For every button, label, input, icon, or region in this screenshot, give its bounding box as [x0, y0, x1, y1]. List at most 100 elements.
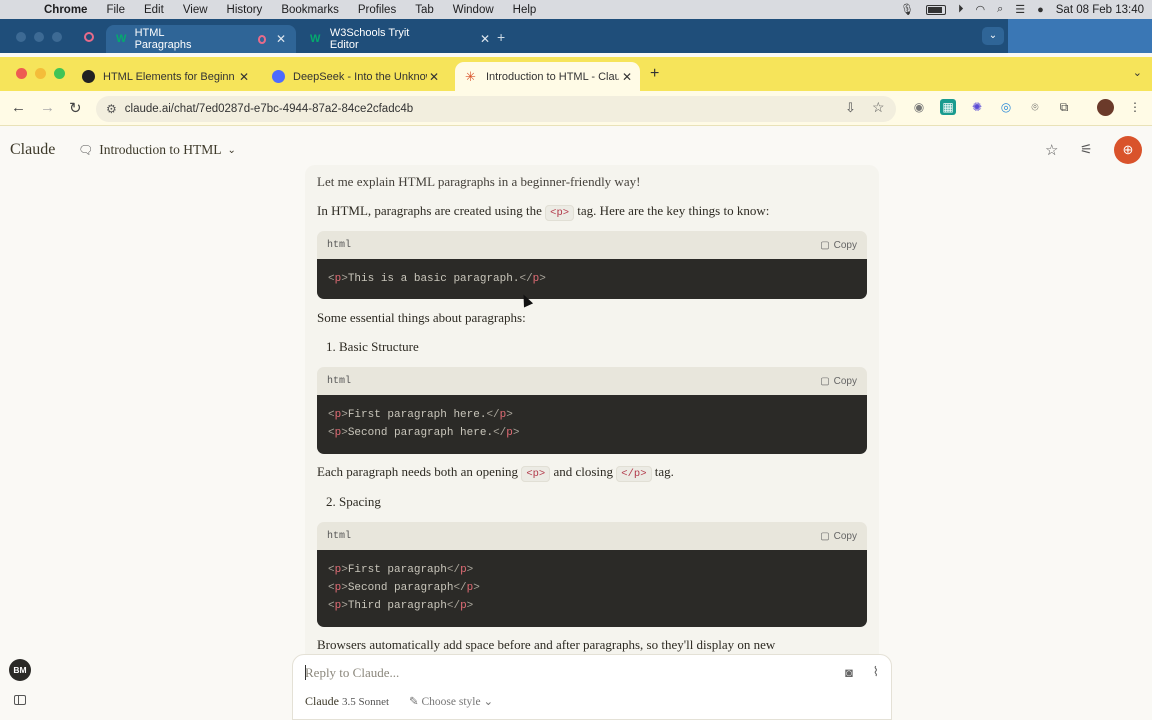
chat-bubble-icon: 🗨: [78, 142, 94, 157]
code-body: <p>First paragraph</p> <p>Second paragra…: [317, 550, 867, 627]
back-tab-html-paragraphs[interactable]: W HTML Paragraphs ✕: [106, 25, 296, 53]
new-tab-icon[interactable]: +: [650, 65, 659, 83]
profile-avatar[interactable]: [1097, 99, 1114, 116]
reload-icon[interactable]: ↻: [69, 99, 82, 117]
code-body: <p>This is a basic paragraph.</p>: [317, 259, 867, 299]
code-language: html: [327, 530, 352, 542]
close-icon[interactable]: ✕: [239, 70, 249, 84]
microphone-icon[interactable]: 🎙: [900, 3, 914, 16]
tab-title: Introduction to HTML - Claude: [486, 70, 619, 83]
url-text[interactable]: claude.ai/chat/7ed0287d-e7bc-4944-87a2-8…: [125, 103, 413, 115]
maximize-window-button[interactable]: [54, 68, 65, 79]
menu-file[interactable]: File: [106, 4, 125, 16]
star-icon[interactable]: ☆: [1045, 141, 1058, 159]
bookmark-star-icon[interactable]: ☆: [872, 99, 885, 116]
browser-tabbar: HTML Elements for Beginners ✕ DeepSeek -…: [0, 57, 1152, 91]
menu-bookmarks[interactable]: Bookmarks: [281, 4, 339, 16]
play-icon[interactable]: ⏵: [958, 3, 964, 16]
tab-title: DeepSeek - Into the Unknown: [293, 70, 427, 83]
copy-icon: ▢: [820, 530, 830, 542]
code-language: html: [327, 239, 352, 251]
text: tag. Here are the key things to know:: [577, 203, 770, 218]
close-icon[interactable]: ✕: [276, 32, 286, 46]
minimize-window-button[interactable]: [35, 68, 46, 79]
github-icon: [82, 70, 95, 83]
text-caret: [305, 665, 306, 680]
tab-search-icon[interactable]: ⌄: [982, 27, 1004, 45]
code-header: html ▢ Copy: [317, 367, 867, 395]
code-line: <p>Second paragraph here.</p>: [328, 427, 520, 439]
menu-window[interactable]: Window: [453, 4, 494, 16]
code-block: html ▢ Copy <p>First paragraph</p> <p>Sec…: [317, 522, 867, 627]
menu-profiles[interactable]: Profiles: [358, 4, 396, 16]
claude-logo[interactable]: Claude: [10, 141, 55, 159]
message-paragraph-1: In HTML, paragraphs are created using th…: [317, 203, 770, 221]
menu-history[interactable]: History: [227, 4, 263, 16]
camera-icon[interactable]: ◙: [845, 665, 853, 680]
user-avatar[interactable]: BM: [9, 659, 31, 681]
grid-extension-icon[interactable]: ▦: [940, 99, 956, 115]
copy-button[interactable]: ▢ Copy: [820, 240, 857, 251]
message-cutoff: Browsers automatically add space before …: [317, 637, 776, 652]
search-icon[interactable]: ⌕: [997, 3, 1003, 16]
wifi-icon[interactable]: ◠: [975, 3, 985, 16]
reply-input[interactable]: Reply to Claude...: [305, 665, 399, 681]
code-body: <p>First paragraph here.</p> <p>Second p…: [317, 395, 867, 454]
message-intro: Let me explain HTML paragraphs in a begi…: [317, 174, 641, 189]
code-line: <p>First paragraph</p>: [328, 564, 474, 576]
attach-icon[interactable]: ⌇: [873, 664, 879, 680]
back-tab-tryit[interactable]: W W3Schools Tryit Editor ✕: [310, 25, 490, 53]
sidebar-toggle-icon[interactable]: [14, 695, 26, 705]
w3schools-icon: W: [116, 33, 127, 45]
back-icon[interactable]: ←: [11, 99, 26, 116]
lens-extension-icon[interactable]: ⌾: [1027, 99, 1043, 115]
macos-menubar: Chrome File Edit View History Bookmarks …: [0, 0, 1152, 19]
menu-edit[interactable]: Edit: [144, 4, 164, 16]
deepseek-icon: [272, 70, 285, 83]
kebab-menu-icon[interactable]: ⋮: [1127, 99, 1143, 115]
copy-button[interactable]: ▢ Copy: [820, 531, 857, 542]
tab-deepseek[interactable]: DeepSeek - Into the Unknown ✕: [262, 62, 447, 91]
install-app-icon[interactable]: ⇩: [845, 100, 856, 116]
tab-claude[interactable]: ✳ Introduction to HTML - Claude ✕: [455, 62, 640, 91]
close-icon[interactable]: ✕: [480, 32, 490, 46]
copy-button[interactable]: ▢ Copy: [820, 376, 857, 387]
close-window-button[interactable]: [16, 68, 27, 79]
style-label: Choose style: [421, 696, 481, 708]
tab-search-icon[interactable]: ⌄: [1133, 66, 1142, 79]
close-icon[interactable]: ✕: [622, 70, 632, 84]
extensions-puzzle-icon[interactable]: ⧉: [1056, 99, 1072, 115]
style-selector[interactable]: ✎ Choose style ⌄: [409, 694, 493, 708]
menu-app[interactable]: Chrome: [44, 4, 87, 16]
model-selector[interactable]: Claude 3.5 Sonnet: [305, 694, 389, 709]
control-center-icon[interactable]: ☰: [1015, 3, 1025, 16]
window-controls: [16, 68, 65, 79]
battery-icon[interactable]: [925, 4, 946, 15]
menu-help[interactable]: Help: [513, 4, 537, 16]
desktop-background: [1008, 19, 1152, 53]
chat-title-button[interactable]: 🗨 Introduction to HTML ⌄: [78, 142, 236, 158]
feedback-button[interactable]: ⊕: [1114, 136, 1142, 164]
screenshot-extension-icon[interactable]: ◉: [911, 99, 927, 115]
circle-extension-icon[interactable]: ◎: [998, 99, 1014, 115]
tab-html-elements[interactable]: HTML Elements for Beginners ✕: [72, 62, 257, 91]
close-icon[interactable]: ✕: [429, 70, 439, 84]
siri-icon[interactable]: ●: [1037, 4, 1044, 16]
record-icon: [84, 32, 94, 42]
menubar-datetime[interactable]: Sat 08 Feb 13:40: [1056, 4, 1144, 16]
menu-view[interactable]: View: [183, 4, 208, 16]
forward-icon[interactable]: →: [40, 99, 55, 116]
address-bar[interactable]: ⚙ claude.ai/chat/7ed0287d-e7bc-4944-87a2…: [96, 96, 896, 122]
tab-title: HTML Elements for Beginners: [103, 70, 235, 83]
settings-sliders-icon[interactable]: ⚟: [1080, 141, 1093, 158]
site-info-icon[interactable]: ⚙: [106, 102, 117, 116]
back-window-lights: [16, 32, 62, 42]
chevron-down-icon: ⌄: [227, 144, 236, 156]
code-line: <p>First paragraph here.</p>: [328, 409, 513, 421]
model-version: 3.5 Sonnet: [342, 696, 390, 708]
gear-extension-icon[interactable]: ✺: [969, 99, 985, 115]
menu-tab[interactable]: Tab: [415, 4, 434, 16]
new-tab-icon[interactable]: +: [497, 29, 505, 45]
code-line: <p>This is a basic paragraph.</p>: [328, 273, 546, 285]
back-tab-title: HTML Paragraphs: [134, 27, 192, 51]
